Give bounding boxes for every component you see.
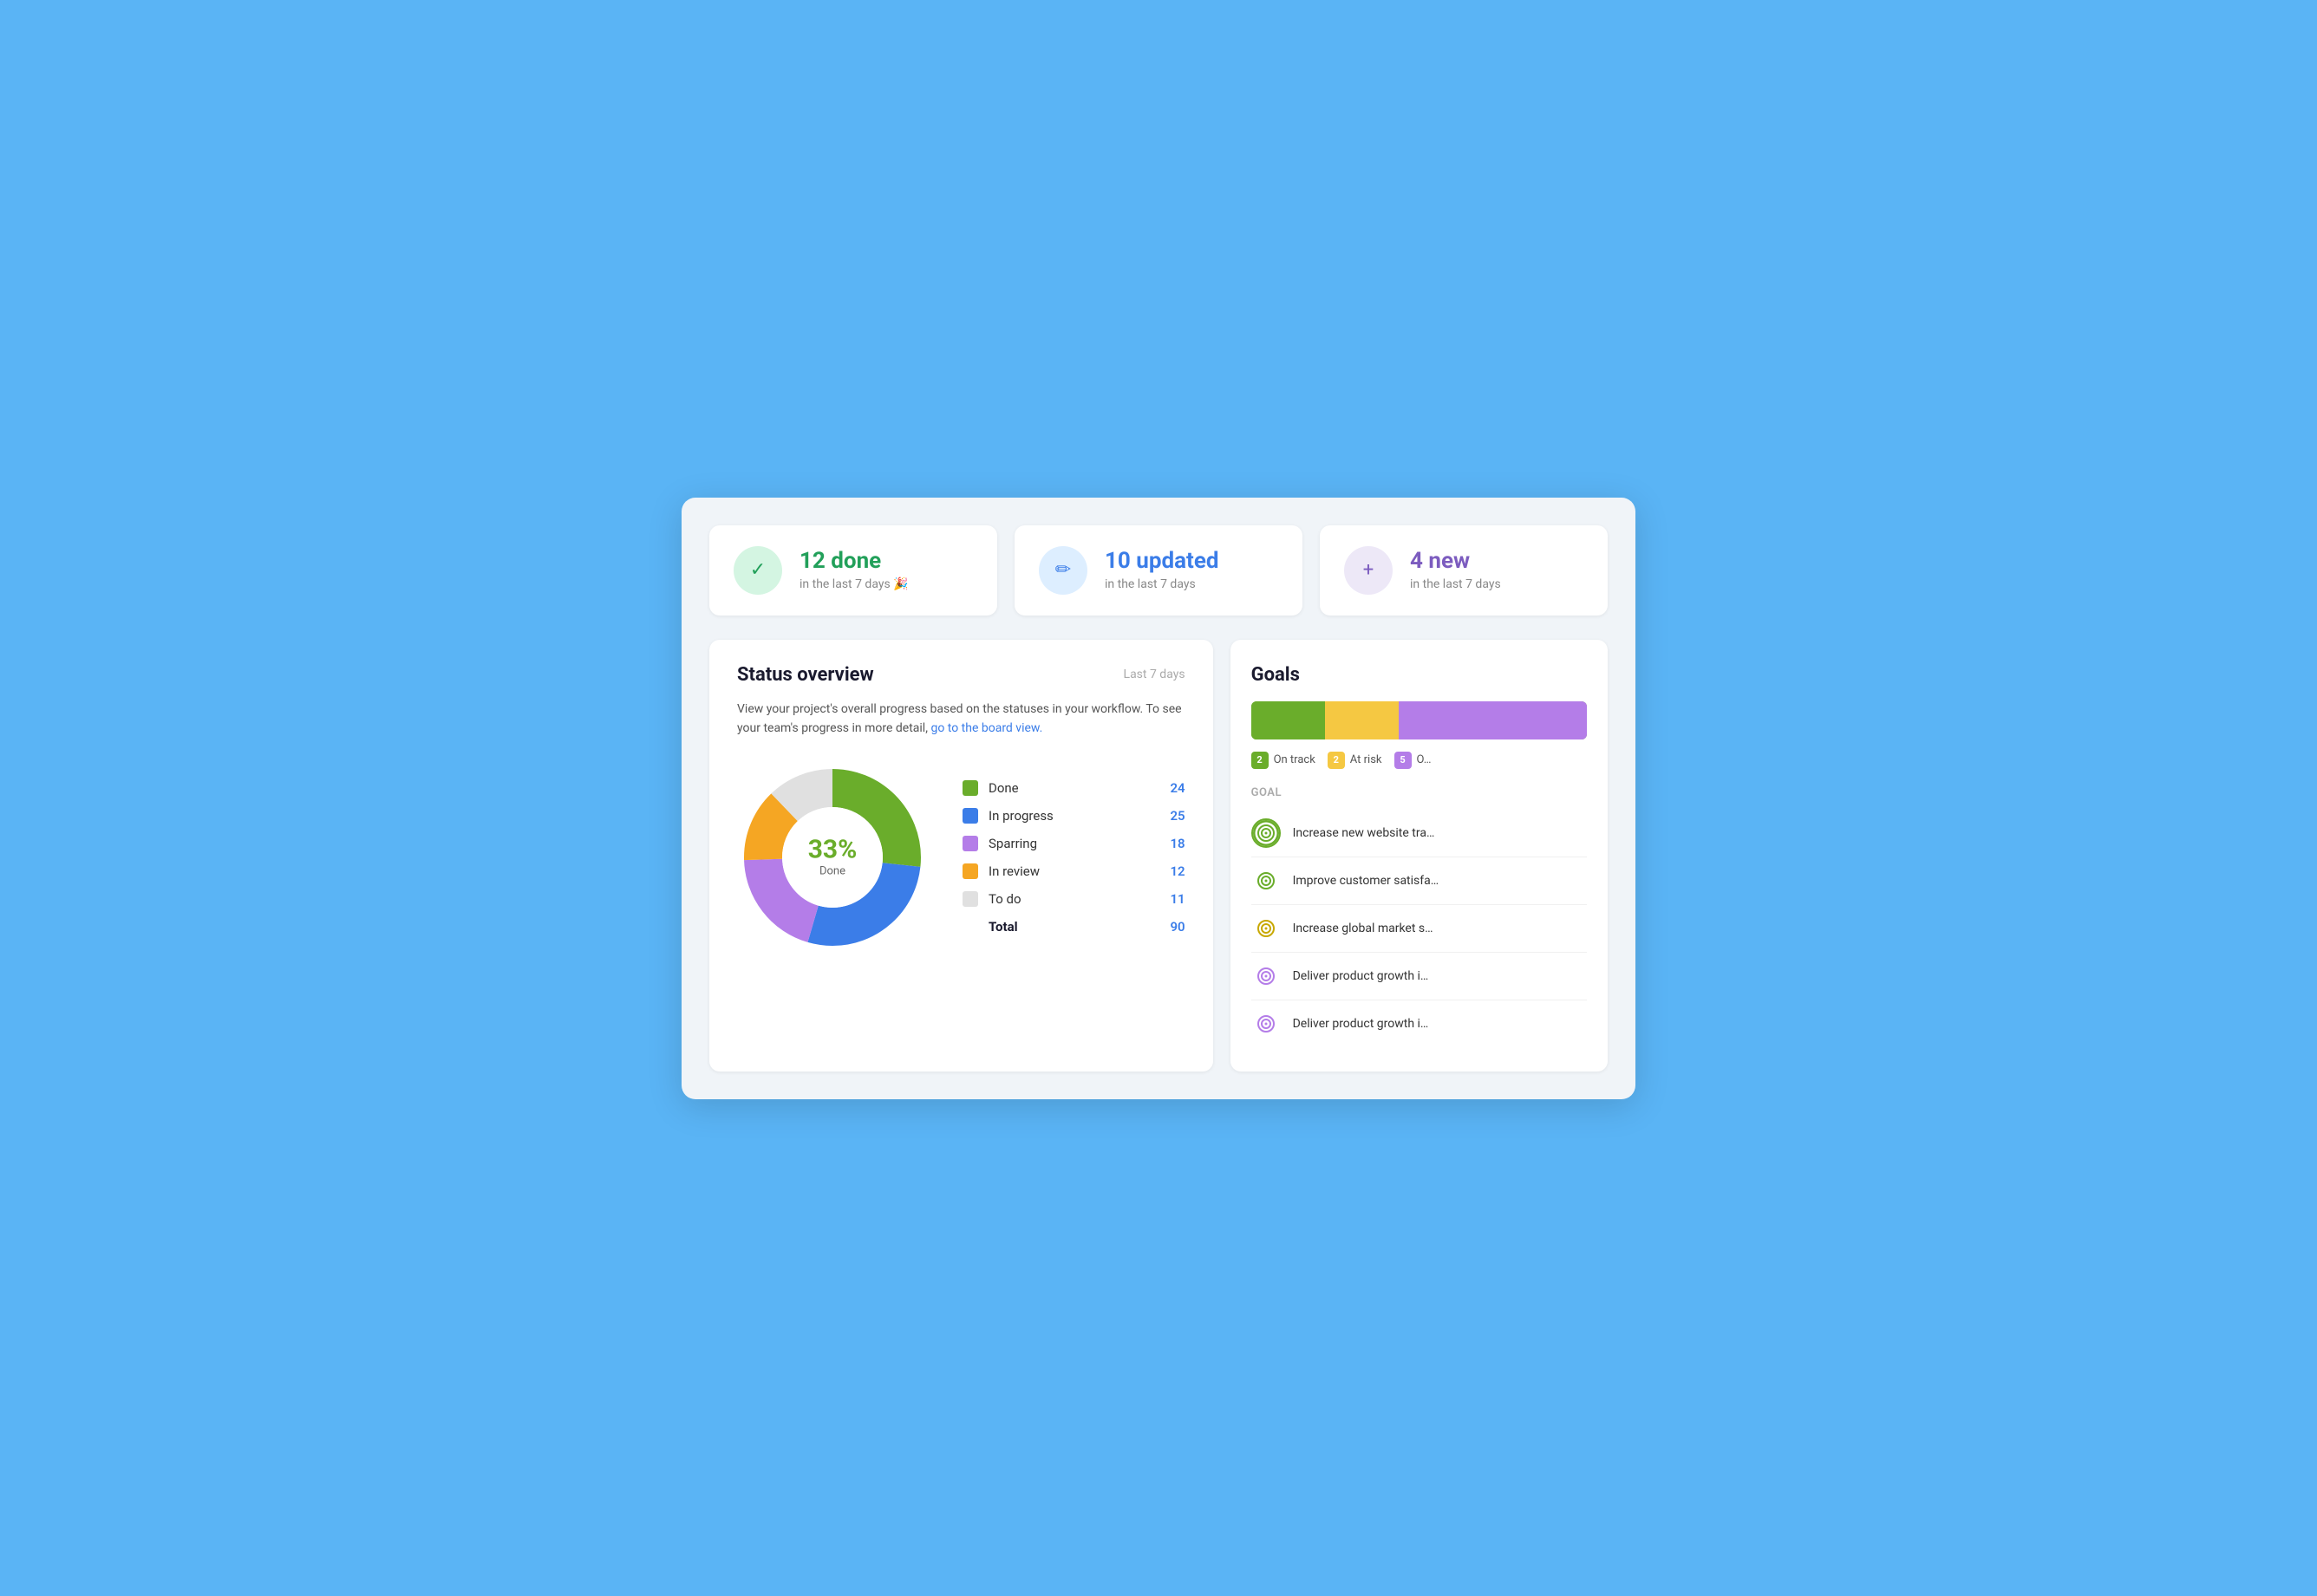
donut-done-label: Done bbox=[808, 865, 858, 878]
goals-legend-row: 2 On track 2 At risk 5 O… bbox=[1251, 752, 1587, 769]
goal-text-3: Increase global market s… bbox=[1293, 922, 1433, 935]
done-main-text: 12 done bbox=[800, 549, 909, 574]
chart-legend: Done 24 In progress 25 Sparring 18 bbox=[963, 780, 1185, 935]
legend-count-total: 90 bbox=[1170, 919, 1185, 935]
legend-name-inprogress: In progress bbox=[989, 808, 1170, 824]
goal-icon-4 bbox=[1251, 961, 1281, 991]
goal-item-5[interactable]: Deliver product growth i… bbox=[1251, 1000, 1587, 1047]
legend-count-inprogress: 25 bbox=[1170, 808, 1185, 824]
legend-count-sparring: 18 bbox=[1170, 836, 1185, 851]
status-card: Status overview Last 7 days View your pr… bbox=[709, 640, 1213, 1072]
goals-badge-offtrack: 5 bbox=[1394, 752, 1412, 769]
goals-bar-purple bbox=[1399, 701, 1587, 739]
goal-item-4[interactable]: Deliver product growth i… bbox=[1251, 953, 1587, 1000]
legend-name-sparring: Sparring bbox=[989, 836, 1170, 851]
legend-color-inreview bbox=[963, 863, 978, 879]
legend-name-total: Total bbox=[989, 919, 1170, 935]
donut-percent: 33% bbox=[808, 837, 858, 863]
donut-center: 33% Done bbox=[808, 837, 858, 878]
bottom-row: Status overview Last 7 days View your pr… bbox=[709, 640, 1608, 1072]
goal-item-3[interactable]: Increase global market s… bbox=[1251, 905, 1587, 953]
goals-list-header: Goal bbox=[1251, 786, 1587, 799]
new-main-text: 4 new bbox=[1410, 549, 1501, 574]
goal-icon-1 bbox=[1251, 818, 1281, 848]
legend-name-inreview: In review bbox=[989, 863, 1170, 879]
legend-row-inprogress: In progress 25 bbox=[963, 808, 1185, 824]
legend-row-done: Done 24 bbox=[963, 780, 1185, 796]
goals-legend-ontrack: 2 On track bbox=[1251, 752, 1315, 769]
goals-badge-ontrack: 2 bbox=[1251, 752, 1269, 769]
goals-label-offtrack: O… bbox=[1417, 753, 1432, 766]
stat-card-new: + 4 new in the last 7 days bbox=[1320, 525, 1608, 616]
goals-bar bbox=[1251, 701, 1587, 739]
updated-icon-circle: ✏ bbox=[1039, 546, 1087, 595]
legend-count-done: 24 bbox=[1170, 780, 1185, 796]
done-text-group: 12 done in the last 7 days 🎉 bbox=[800, 549, 909, 591]
stats-row: ✓ 12 done in the last 7 days 🎉 ✏ 10 upda… bbox=[709, 525, 1608, 616]
goal-text-4: Deliver product growth i… bbox=[1293, 969, 1429, 983]
goal-icon-5 bbox=[1251, 1009, 1281, 1039]
legend-row-todo: To do 11 bbox=[963, 891, 1185, 907]
goals-label-ontrack: On track bbox=[1274, 753, 1315, 766]
goal-icon-3 bbox=[1251, 914, 1281, 943]
goal-text-5: Deliver product growth i… bbox=[1293, 1017, 1429, 1031]
goals-title: Goals bbox=[1251, 664, 1587, 686]
donut-chart: 33% Done bbox=[737, 762, 928, 953]
stat-card-done: ✓ 12 done in the last 7 days 🎉 bbox=[709, 525, 997, 616]
done-sub-text: in the last 7 days 🎉 bbox=[800, 577, 909, 591]
updated-main-text: 10 updated bbox=[1105, 549, 1219, 574]
chart-area: 33% Done Done 24 In progress 25 bbox=[737, 762, 1185, 953]
legend-row-sparring: Sparring 18 bbox=[963, 836, 1185, 851]
updated-text-group: 10 updated in the last 7 days bbox=[1105, 549, 1219, 591]
goal-item-1[interactable]: Increase new website tra… bbox=[1251, 810, 1587, 857]
legend-color-total bbox=[963, 919, 978, 935]
status-header: Status overview Last 7 days bbox=[737, 664, 1185, 686]
new-text-group: 4 new in the last 7 days bbox=[1410, 549, 1501, 591]
legend-color-todo bbox=[963, 891, 978, 907]
goal-icon-2 bbox=[1251, 866, 1281, 896]
legend-total-row: Total 90 bbox=[963, 919, 1185, 935]
goal-text-2: Improve customer satisfa… bbox=[1293, 874, 1439, 888]
legend-count-inreview: 12 bbox=[1170, 863, 1185, 879]
goals-legend-atrisk: 2 At risk bbox=[1328, 752, 1382, 769]
goals-card: Goals 2 On track 2 At risk 5 O… bbox=[1230, 640, 1608, 1072]
goals-bar-green bbox=[1251, 701, 1325, 739]
legend-name-todo: To do bbox=[989, 891, 1170, 907]
goals-bar-yellow bbox=[1325, 701, 1399, 739]
main-container: ✓ 12 done in the last 7 days 🎉 ✏ 10 upda… bbox=[682, 498, 1635, 1099]
done-icon-circle: ✓ bbox=[734, 546, 782, 595]
goal-item-2[interactable]: Improve customer satisfa… bbox=[1251, 857, 1587, 905]
goals-label-atrisk: At risk bbox=[1350, 753, 1382, 766]
legend-count-todo: 11 bbox=[1170, 891, 1185, 907]
goals-legend-offtrack: 5 O… bbox=[1394, 752, 1432, 769]
goal-text-1: Increase new website tra… bbox=[1293, 826, 1435, 840]
legend-row-inreview: In review 12 bbox=[963, 863, 1185, 879]
status-period: Last 7 days bbox=[1124, 668, 1185, 681]
legend-color-inprogress bbox=[963, 808, 978, 824]
stat-card-updated: ✏ 10 updated in the last 7 days bbox=[1015, 525, 1302, 616]
new-sub-text: in the last 7 days bbox=[1410, 577, 1501, 591]
board-view-link[interactable]: go to the board view. bbox=[930, 721, 1042, 735]
legend-color-done bbox=[963, 780, 978, 796]
legend-name-done: Done bbox=[989, 780, 1170, 796]
goals-badge-atrisk: 2 bbox=[1328, 752, 1345, 769]
status-desc: View your project's overall progress bas… bbox=[737, 700, 1185, 739]
new-icon-circle: + bbox=[1344, 546, 1393, 595]
status-title: Status overview bbox=[737, 664, 874, 686]
legend-color-sparring bbox=[963, 836, 978, 851]
updated-sub-text: in the last 7 days bbox=[1105, 577, 1219, 591]
